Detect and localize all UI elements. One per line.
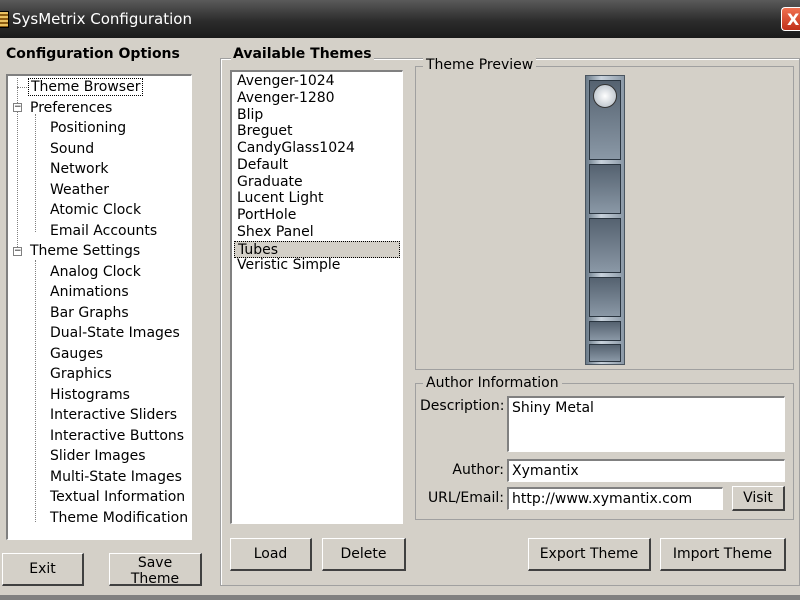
tree-item-textual-information[interactable]: Textual Information xyxy=(50,488,185,506)
url-email-field[interactable]: http://www.xymantix.com xyxy=(507,487,723,510)
themes-list[interactable]: Avenger-1024 Avenger-1280 Blip Breguet C… xyxy=(230,70,403,524)
theme-item-candyglass1024[interactable]: CandyGlass1024 xyxy=(234,140,400,157)
theme-item-shex-panel[interactable]: Shex Panel xyxy=(234,224,400,241)
delete-button[interactable]: Delete xyxy=(322,538,406,571)
export-theme-button[interactable]: Export Theme xyxy=(528,538,651,571)
theme-item-veristic-simple[interactable]: Veristic Simple xyxy=(234,257,400,274)
tree-item-gauges[interactable]: Gauges xyxy=(50,345,103,363)
window-title: SysMetrix Configuration xyxy=(12,10,192,28)
config-tree[interactable]: − − Theme Browser Preferences Positionin… xyxy=(6,74,192,540)
config-options-title: Configuration Options xyxy=(6,46,180,62)
author-label: Author: xyxy=(452,462,504,478)
tree-item-interactive-sliders[interactable]: Interactive Sliders xyxy=(50,406,177,424)
tree-item-theme-modification[interactable]: Theme Modification xyxy=(50,509,188,527)
tree-item-slider-images[interactable]: Slider Images xyxy=(50,447,146,465)
theme-item-blip[interactable]: Blip xyxy=(234,107,400,124)
author-field[interactable]: Xymantix xyxy=(507,459,785,482)
theme-item-porthole[interactable]: PortHole xyxy=(234,207,400,224)
tree-item-sound[interactable]: Sound xyxy=(50,140,94,158)
theme-item-graduate[interactable]: Graduate xyxy=(234,174,400,191)
tree-item-interactive-buttons[interactable]: Interactive Buttons xyxy=(50,427,184,445)
tree-item-preferences[interactable]: Preferences xyxy=(30,99,112,117)
theme-item-lucent-light[interactable]: Lucent Light xyxy=(234,190,400,207)
tree-item-histograms[interactable]: Histograms xyxy=(50,386,130,404)
description-field[interactable]: Shiny Metal xyxy=(507,396,785,452)
visit-button[interactable]: Visit xyxy=(732,486,785,511)
tree-item-multi-state-images[interactable]: Multi-State Images xyxy=(50,468,182,486)
load-button[interactable]: Load xyxy=(230,538,312,571)
theme-item-default[interactable]: Default xyxy=(234,157,400,174)
theme-item-avenger-1280[interactable]: Avenger-1280 xyxy=(234,90,400,107)
tree-item-graphics[interactable]: Graphics xyxy=(50,365,112,383)
tree-item-theme-settings[interactable]: Theme Settings xyxy=(30,242,140,260)
tree-item-email-accounts[interactable]: Email Accounts xyxy=(50,222,157,240)
tree-item-dual-state-images[interactable]: Dual-State Images xyxy=(50,324,180,342)
tree-item-positioning[interactable]: Positioning xyxy=(50,119,126,137)
tree-item-weather[interactable]: Weather xyxy=(50,181,109,199)
theme-settings-collapse-icon[interactable]: − xyxy=(13,247,22,256)
tree-item-theme-browser[interactable]: Theme Browser xyxy=(28,78,144,96)
theme-item-tubes[interactable]: Tubes xyxy=(234,241,400,258)
import-theme-button[interactable]: Import Theme xyxy=(660,538,786,571)
preferences-collapse-icon[interactable]: − xyxy=(13,103,22,112)
tree-item-animations[interactable]: Animations xyxy=(50,283,129,301)
tree-item-bar-graphs[interactable]: Bar Graphs xyxy=(50,304,129,322)
close-button[interactable]: X xyxy=(781,7,800,31)
available-themes-title: Available Themes xyxy=(231,46,374,62)
tree-item-network[interactable]: Network xyxy=(50,160,108,178)
author-info-title: Author Information xyxy=(423,375,562,391)
description-label: Description: xyxy=(420,398,505,414)
title-bar[interactable]: SysMetrix Configuration X xyxy=(0,0,800,38)
window-bottom-border xyxy=(0,595,800,600)
tree-item-analog-clock[interactable]: Analog Clock xyxy=(50,263,141,281)
tree-item-atomic-clock[interactable]: Atomic Clock xyxy=(50,201,141,219)
url-email-label: URL/Email: xyxy=(427,490,504,506)
theme-item-breguet[interactable]: Breguet xyxy=(234,123,400,140)
theme-item-avenger-1024[interactable]: Avenger-1024 xyxy=(234,73,400,90)
theme-preview-image xyxy=(585,75,625,365)
app-icon[interactable] xyxy=(0,11,9,28)
save-theme-button[interactable]: Save Theme xyxy=(109,553,202,587)
exit-button[interactable]: Exit xyxy=(2,553,84,586)
theme-preview-title: Theme Preview xyxy=(423,57,537,73)
